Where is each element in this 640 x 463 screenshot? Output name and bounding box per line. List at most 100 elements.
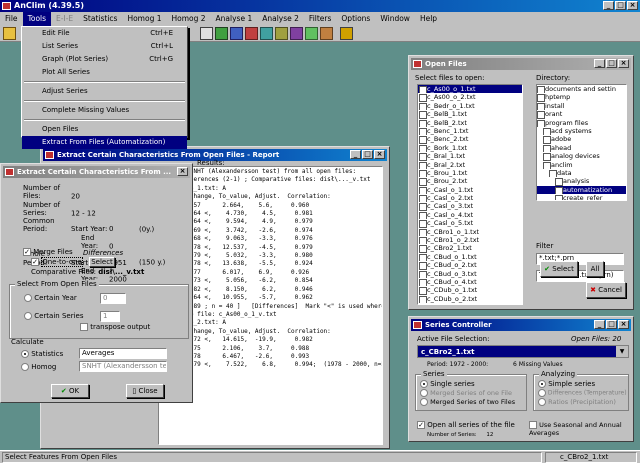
file-list-item[interactable]: c_Casl_o_4.txt — [418, 211, 522, 220]
directory-item[interactable]: analog devices — [537, 152, 626, 161]
file-list-item[interactable]: c_BelB_2.txt — [418, 119, 522, 127]
file-list-item[interactable]: c_Bork_1.txt — [418, 144, 522, 153]
homog-radio[interactable] — [21, 363, 29, 371]
directory-item[interactable]: program files — [537, 119, 626, 127]
file-list-item[interactable]: c_Bral_2.txt — [418, 161, 522, 169]
table-icon[interactable] — [215, 27, 228, 40]
menu-extract-from-files[interactable]: Extract From Files (Automatization) — [22, 136, 187, 149]
ok-button[interactable]: ✔ OK — [51, 384, 89, 398]
menu-analyse1[interactable]: Analyse 1 — [211, 12, 258, 26]
file-list-item[interactable]: c_As00_o_2.txt — [418, 93, 522, 102]
directory-item[interactable]: acd systems — [537, 127, 626, 136]
directory-item[interactable]: automatization — [537, 185, 626, 195]
an-diff-radio[interactable] — [538, 389, 546, 397]
transpose-checkbox[interactable] — [80, 323, 88, 331]
menu-filters[interactable]: Filters — [304, 12, 336, 26]
filter-icon[interactable] — [290, 27, 303, 40]
single-series-radio[interactable] — [420, 380, 428, 388]
directory-item[interactable]: adobe — [537, 135, 626, 144]
file-list-item[interactable]: c_Casl_o_5.txt — [418, 219, 522, 228]
menu-plot-all[interactable]: Plot All Series — [22, 66, 187, 79]
menu-eie[interactable]: E-I-E — [51, 12, 78, 26]
merge-files-checkbox[interactable]: ✓ — [23, 248, 31, 256]
open-folder-icon[interactable] — [3, 27, 16, 40]
file-list-item[interactable]: c_Benc_2.txt — [418, 135, 522, 144]
use-seasonal-checkbox[interactable] — [529, 421, 537, 429]
exit-icon[interactable] — [340, 27, 353, 40]
open-files-max-button[interactable]: □ — [606, 59, 617, 68]
directory-tree[interactable]: documents and settin hptemp install orant pr… — [536, 84, 627, 201]
menu-statistics[interactable]: Statistics — [78, 12, 122, 26]
open-files-min-button[interactable]: _ — [594, 59, 605, 68]
cancel-button[interactable]: ✖ Cancel — [586, 282, 626, 298]
report-min-button[interactable]: _ — [350, 150, 361, 159]
file-list-item[interactable]: c_CBud_o_3.txt — [418, 270, 522, 278]
menu-complete-missing[interactable]: Complete Missing Values — [22, 104, 187, 117]
menu-file[interactable]: File — [0, 12, 23, 26]
directory-item[interactable]: install — [537, 102, 626, 111]
dropdown-arrow-icon[interactable]: ▼ — [616, 346, 628, 357]
directory-item[interactable]: create_refer — [537, 194, 626, 200]
menu-tools[interactable]: Tools — [22, 12, 52, 26]
minimize-button[interactable]: _ — [603, 1, 614, 10]
select-comparative-button[interactable]: Select — [89, 257, 115, 267]
series-min-button[interactable]: _ — [594, 320, 605, 329]
merged-one-radio[interactable] — [420, 389, 428, 397]
extract-close-button[interactable]: × — [177, 167, 188, 176]
plot-icon[interactable] — [245, 27, 258, 40]
file-list-item[interactable]: c_CDub_o_1.txt — [418, 286, 522, 295]
file-list-item[interactable]: c_Casl_o_2.txt — [418, 194, 522, 203]
file-list-item[interactable]: c_BelB_1.txt — [418, 110, 522, 119]
menu-graph[interactable]: Graph (Plot Series) Ctrl+G — [22, 53, 187, 66]
maximize-button[interactable]: □ — [615, 1, 626, 10]
directory-item[interactable]: data — [537, 169, 626, 178]
file-list-item[interactable]: c_Benc_1.txt — [418, 127, 522, 136]
menu-adjust-series[interactable]: Adjust Series — [22, 85, 187, 98]
menu-homog1[interactable]: Homog 1 — [122, 12, 166, 26]
select-button[interactable]: ✔ Select — [540, 261, 578, 277]
merged-two-radio[interactable] — [420, 398, 428, 406]
one-to-one-checkbox[interactable]: ✓ — [31, 258, 39, 266]
list-icon[interactable] — [260, 27, 273, 40]
an-simple-radio[interactable] — [538, 380, 546, 388]
menu-analyse2[interactable]: Analyse 2 — [257, 12, 304, 26]
series-close-button[interactable]: × — [618, 320, 629, 329]
menu-options[interactable]: Options — [336, 12, 375, 26]
file-list-item[interactable]: c_Brou_2.txt — [418, 177, 522, 186]
statistics-select[interactable]: Averages — [79, 348, 167, 359]
chart-icon[interactable] — [200, 27, 213, 40]
directory-item[interactable]: documents and settin — [537, 85, 626, 94]
menu-help[interactable]: Help — [415, 12, 442, 26]
directory-item[interactable]: anclim — [537, 161, 626, 169]
report-max-button[interactable]: □ — [362, 150, 373, 159]
directory-item[interactable]: analysis — [537, 177, 626, 186]
certain-year-input[interactable]: 0 — [100, 293, 126, 304]
close-button[interactable]: × — [627, 1, 638, 10]
active-file-select[interactable]: c_CBro2_1.txt ▼ — [417, 345, 629, 358]
window-icon[interactable] — [320, 27, 333, 40]
file-list-item[interactable]: c_Casl_o_3.txt — [418, 202, 522, 211]
file-list-item[interactable]: c_Bedr_o_1.txt — [418, 102, 522, 111]
certain-series-input[interactable]: 1 — [100, 311, 120, 322]
file-list-item[interactable]: c_Brou_1.txt — [418, 169, 522, 178]
certain-series-radio[interactable] — [24, 312, 32, 320]
report-close-button[interactable]: × — [374, 150, 385, 159]
directory-item[interactable]: orant — [537, 110, 626, 119]
menu-open-files[interactable]: Open Files — [22, 123, 187, 136]
file-list-item[interactable]: c_Bral_1.txt — [418, 152, 522, 161]
directory-item[interactable]: hptemp — [537, 93, 626, 102]
menu-list-series[interactable]: List Series Ctrl+L — [22, 40, 187, 53]
file-list-item[interactable]: c_CBro1_o_1.txt — [418, 228, 522, 237]
file-list-item[interactable]: c_CBud_o_1.txt — [418, 253, 522, 262]
series-max-button[interactable]: □ — [606, 320, 617, 329]
an-ratio-radio[interactable] — [538, 398, 546, 406]
close-dialog-button[interactable]: ▯ Close — [126, 384, 164, 398]
file-list-item[interactable]: c_CBro1_o_2.txt — [418, 236, 522, 245]
open-files-close-button[interactable]: × — [618, 59, 629, 68]
file-list-item[interactable]: c_As00_o_1.txt — [418, 85, 522, 94]
settings-icon[interactable] — [275, 27, 288, 40]
homog-icon[interactable] — [305, 27, 318, 40]
certain-year-radio[interactable] — [24, 294, 32, 302]
all-button[interactable]: All — [586, 261, 604, 277]
graph-icon[interactable] — [230, 27, 243, 40]
